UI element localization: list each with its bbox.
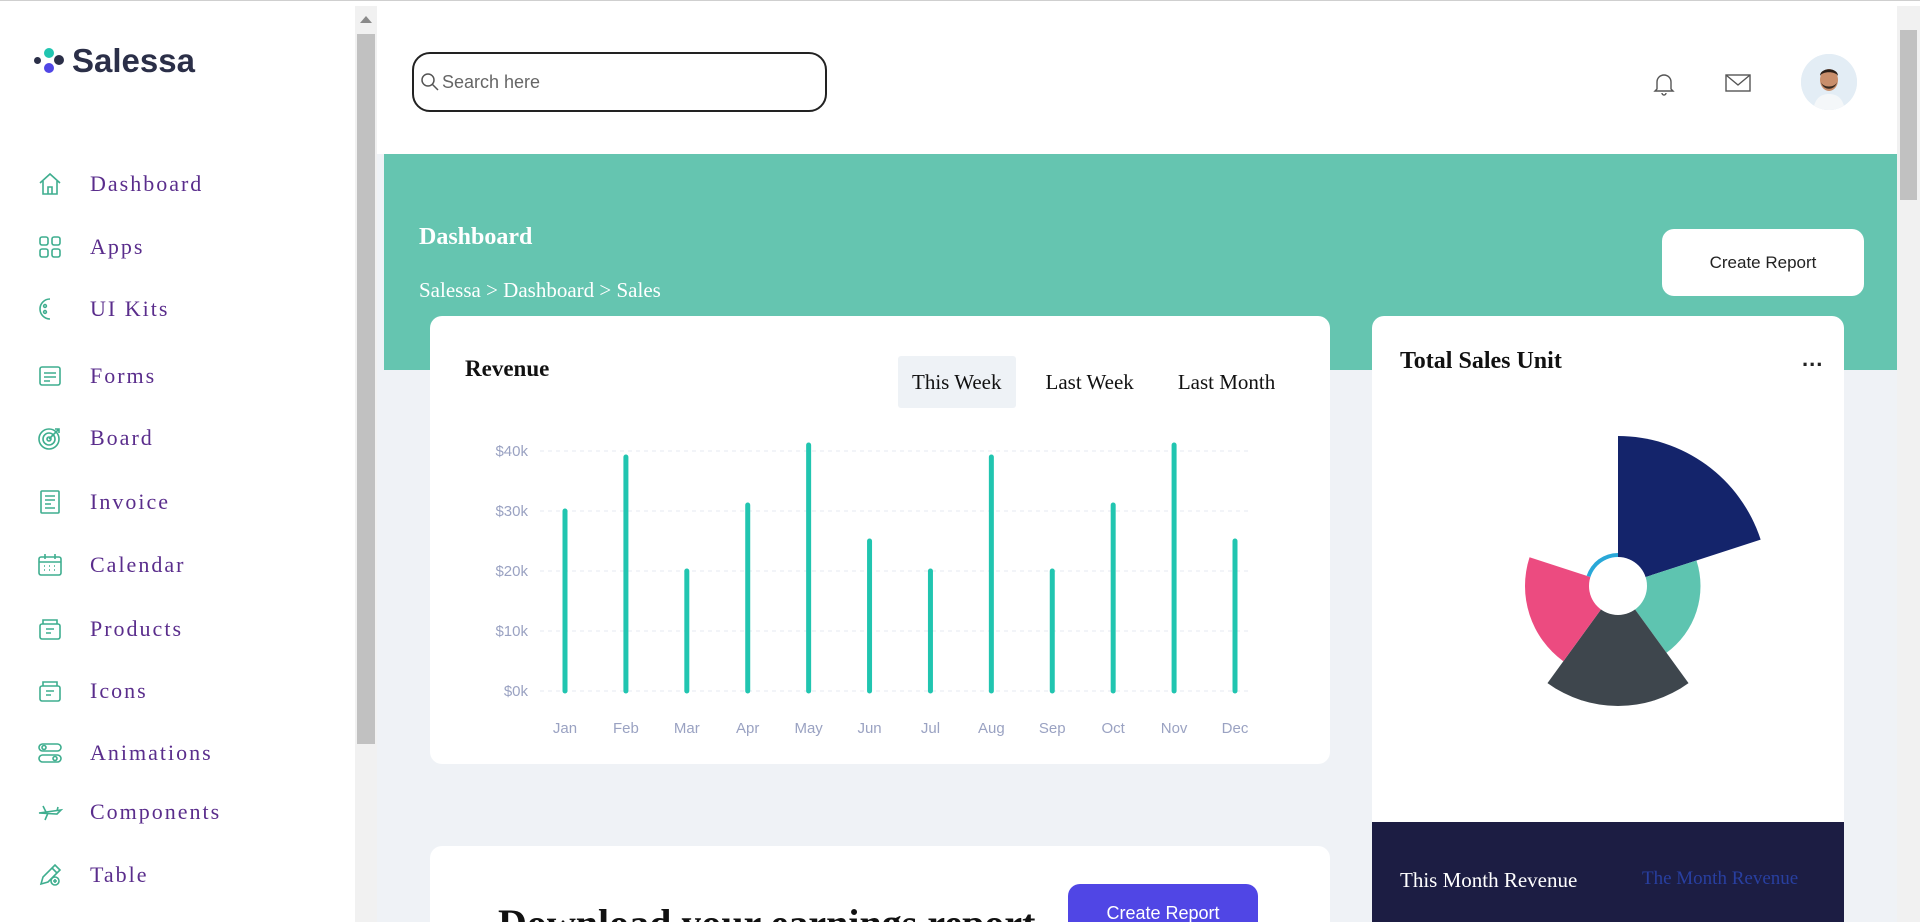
sidebar-item-label: Calendar (90, 552, 186, 577)
download-report-title: Download your earnings report (498, 900, 1035, 922)
form-icon (39, 366, 61, 386)
month-revenue-label-secondary: The Month Revenue (1642, 868, 1799, 889)
x-tick-label: Aug (978, 720, 1005, 737)
target-icon (38, 428, 60, 450)
create-report-button-secondary[interactable]: Create Report (1068, 884, 1258, 922)
sidebar-item-products[interactable]: Products (36, 609, 336, 649)
sidebar-item-label: Components (90, 799, 222, 824)
sidebar-item-label: Table (90, 862, 149, 887)
top-header (377, 6, 1897, 154)
sidebar-item-forms[interactable]: Forms (36, 356, 336, 396)
sidebar-scrollbar[interactable] (355, 6, 377, 922)
tab-last-month[interactable]: Last Month (1164, 356, 1289, 408)
revenue-tabs: This Week Last Week Last Month (898, 356, 1305, 408)
revenue-card: Revenue This Week Last Week Last Month $… (430, 316, 1330, 764)
calendar-icon (38, 554, 62, 576)
x-tick-label: Feb (613, 720, 639, 737)
sidebar-item-table[interactable]: Table (36, 855, 336, 895)
user-portrait-icon (1801, 54, 1857, 110)
sidebar-item-label: Icons (90, 678, 148, 703)
x-tick-label: Jun (857, 720, 881, 737)
apps-grid-icon (39, 236, 61, 258)
x-tick-label: Nov (1161, 720, 1188, 737)
palette-icon (39, 298, 51, 320)
page-scrollbar[interactable] (1897, 6, 1920, 922)
tab-this-week[interactable]: This Week (898, 356, 1016, 408)
invoice-icon (40, 490, 60, 514)
y-tick-label: $30k (495, 503, 528, 520)
more-options-icon[interactable]: ... (1802, 346, 1823, 372)
plane-icon (38, 805, 64, 821)
x-tick-label: May (794, 720, 823, 737)
breadcrumb: Salessa > Dashboard > Sales (419, 278, 661, 302)
tab-last-week[interactable]: Last Week (1032, 356, 1148, 408)
y-tick-label: $0k (504, 683, 529, 700)
search-box[interactable] (412, 52, 827, 112)
revenue-bar-chart: $0k $10k $20k $30k $40k Jan Feb Mar Apr May Jun Jul… (495, 442, 1250, 737)
sliders-icon (38, 743, 62, 763)
x-tick-label: Jan (553, 720, 577, 737)
sidebar-item-label: Forms (90, 363, 157, 388)
sidebar-scrollbar-thumb[interactable] (357, 34, 375, 744)
sidebar-item-board[interactable]: Board (36, 418, 336, 458)
sidebar: Salessa Dashboard Apps UI Kits Forms Boa… (0, 6, 355, 922)
box-icon (39, 619, 61, 640)
sidebar-item-components[interactable]: Components (36, 792, 336, 832)
sidebar-item-label: Products (90, 616, 183, 641)
sidebar-item-label: Dashboard (90, 171, 204, 196)
sidebar-item-invoice[interactable]: Invoice (36, 482, 336, 522)
x-tick-label: Dec (1222, 720, 1249, 737)
x-tick-label: Sep (1039, 720, 1066, 737)
sidebar-item-label: Invoice (90, 489, 170, 514)
user-avatar[interactable] (1801, 54, 1857, 110)
sidebar-item-label: UI Kits (90, 296, 170, 321)
y-tick-label: $20k (495, 563, 528, 580)
total-sales-title: Total Sales Unit (1400, 348, 1562, 374)
sidebar-item-ui-kits[interactable]: UI Kits (36, 289, 336, 329)
revenue-title: Revenue (465, 356, 550, 381)
main-content: Dashboard Salessa > Dashboard > Sales Cr… (377, 6, 1897, 922)
sidebar-item-apps[interactable]: Apps (36, 227, 336, 267)
mail-icon[interactable] (1723, 68, 1753, 98)
app-logo[interactable]: Salessa (34, 42, 195, 80)
sidebar-item-animations[interactable]: Animations (36, 733, 336, 773)
create-report-button[interactable]: Create Report (1662, 229, 1864, 296)
x-tick-label: Mar (674, 720, 700, 737)
search-input[interactable] (442, 71, 802, 93)
page-scrollbar-thumb[interactable] (1900, 30, 1917, 200)
sidebar-item-label: Board (90, 425, 154, 450)
box-icon (39, 681, 61, 702)
scroll-up-arrow-icon[interactable] (360, 16, 372, 23)
search-icon (421, 73, 439, 91)
sidebar-item-dashboard[interactable]: Dashboard (36, 164, 336, 204)
y-tick-label: $10k (495, 623, 528, 640)
month-revenue-label: This Month Revenue (1400, 868, 1578, 892)
sidebar-item-calendar[interactable]: Calendar (36, 545, 336, 585)
logo-icon (34, 45, 66, 77)
x-tick-label: Jul (921, 720, 940, 737)
sidebar-item-label: Apps (90, 234, 145, 259)
x-tick-label: Apr (736, 720, 759, 737)
polar-center-hole (1589, 557, 1647, 615)
bell-icon[interactable] (1649, 68, 1679, 98)
app-name: Salessa (72, 42, 195, 79)
download-report-card: Download your earnings report Create Rep… (430, 846, 1330, 922)
y-tick-label: $40k (495, 443, 528, 460)
page-title: Dashboard (419, 224, 533, 250)
month-revenue-panel: This Month Revenue The Month Revenue (1372, 822, 1844, 922)
x-tick-label: Oct (1102, 720, 1126, 737)
sales-polar-chart (1525, 436, 1761, 706)
sidebar-item-icons[interactable]: Icons (36, 671, 336, 711)
sidebar-item-label: Animations (90, 740, 213, 765)
home-icon (39, 172, 61, 195)
pen-icon (39, 863, 62, 886)
